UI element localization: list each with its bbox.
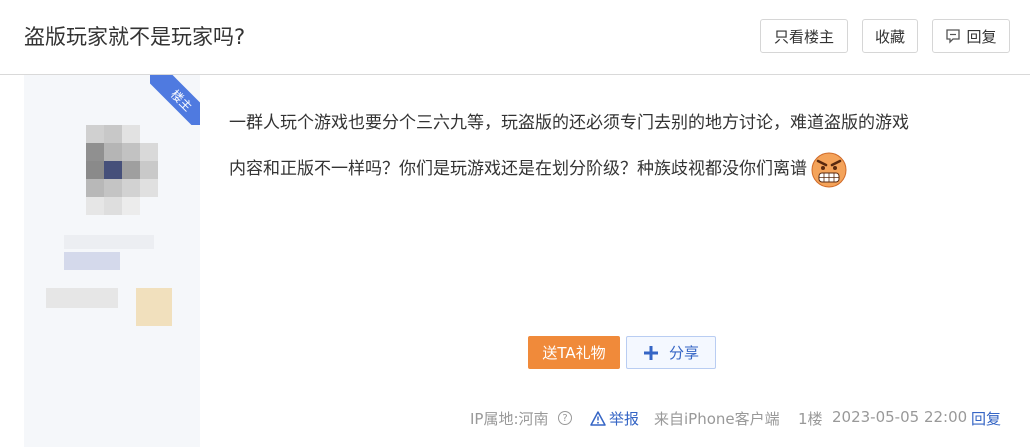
comment-icon [946,29,961,44]
post-content-line: 一群人玩个游戏也要分个三六九等，玩盗版的还必须专门去别的地方讨论，难道盗版的游戏 [229,113,909,133]
floor-reply-link[interactable]: 回复 [971,408,1001,428]
user-level-number [136,288,172,326]
op-badge-label: 楼主 [150,75,200,125]
client-source: 来自iPhone客户端 [654,410,780,428]
help-icon[interactable]: ? [558,411,572,425]
op-badge: 楼主 [150,75,200,125]
send-gift-button[interactable]: 送TA礼物 [528,336,620,369]
author-panel [24,75,200,447]
share-plus-icon [643,345,658,360]
username-shadow [64,235,154,249]
username[interactable] [64,252,120,270]
warning-icon [590,410,606,426]
ip-location: IP属地:河南 [470,410,549,428]
floor-number: 1楼 [798,410,823,428]
post-content-text: 内容和正版不一样吗？你们是玩游戏还是在划分阶级？种族歧视都没你们离谱 [229,159,807,179]
reply-button[interactable]: 回复 [932,19,1010,53]
post-content: 一群人玩个游戏也要分个三六九等，玩盗版的还必须专门去别的地方讨论，难道盗版的游戏… [229,100,999,192]
angry-face-icon [811,152,847,188]
favorite-button[interactable]: 收藏 [862,19,918,53]
share-button[interactable]: 分享 [626,336,716,369]
user-level-badge [46,288,118,308]
report-button[interactable]: 举报 [590,408,639,428]
only-op-button[interactable]: 只看楼主 [760,19,848,53]
page-title: 盗版玩家就不是玩家吗? [24,25,246,49]
post-time: 2023-05-05 22:00 [832,408,968,426]
report-label: 举报 [609,409,640,428]
reply-button-label: 回复 [966,27,997,46]
post-content-line-2: 内容和正版不一样吗？你们是玩游戏还是在划分阶级？种族歧视都没你们离谱 [229,146,999,192]
share-button-label: 分享 [668,344,699,362]
avatar[interactable] [50,97,166,233]
thread-header: 盗版玩家就不是玩家吗? 只看楼主 收藏 回复 [0,0,1030,75]
